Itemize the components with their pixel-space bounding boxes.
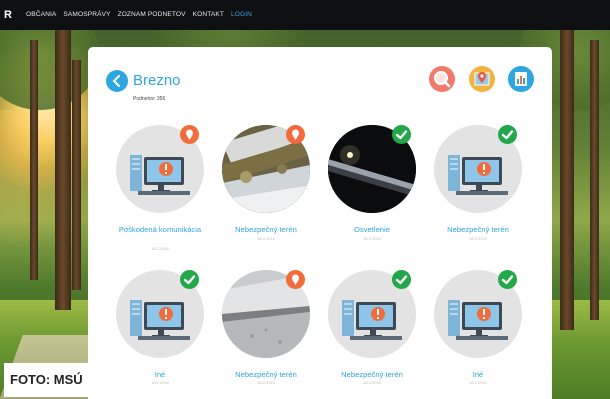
tile-date: 18.2.2016 [363, 380, 381, 385]
tile-date: 18.2.2016 [257, 236, 275, 241]
tree-trunk [560, 30, 574, 330]
chevron-left-icon [112, 75, 120, 87]
tile-label: Iné [472, 370, 484, 379]
back-button[interactable] [106, 70, 128, 92]
nav-item-obcania[interactable]: OBČANIA [26, 11, 56, 18]
tree-trunk [30, 40, 38, 280]
status-badge [392, 125, 411, 144]
check-icon [183, 275, 196, 285]
tile-label: Nebezpečný terén [341, 370, 403, 379]
map-icon [474, 72, 490, 86]
map-button[interactable] [469, 66, 495, 92]
check-icon [501, 130, 514, 140]
pin-icon [186, 129, 193, 140]
tile-label: Poškodená komunikácia [118, 225, 202, 234]
tile-label: Nebezpečný terén [235, 370, 297, 379]
status-badge [498, 125, 517, 144]
tile-date: 18.2.2016 [257, 380, 275, 385]
page-title: Brezno [133, 72, 181, 89]
photo-credit-text: FOTO: MSÚ [10, 372, 83, 387]
status-badge [392, 270, 411, 289]
tile-date: 18.2.2016 [469, 380, 487, 385]
search-button[interactable] [429, 66, 455, 92]
tile-date: 18.2.2016 [363, 236, 381, 241]
login-link[interactable]: LOGIN [231, 11, 252, 18]
nav-item-zoznam-podnetov[interactable]: ZOZNAM PODNETOV [118, 11, 186, 18]
main-nav: OBČANIA SAMOSPRÁVY ZOZNAM PODNETOV KONTA… [26, 11, 259, 18]
pin-icon [292, 274, 299, 285]
status-badge [180, 270, 199, 289]
check-icon [395, 275, 408, 285]
tree-trunk [72, 60, 81, 290]
tree-trunk [590, 40, 599, 320]
site-logo[interactable]: R [4, 9, 12, 21]
status-badge [286, 270, 305, 289]
issue-count: Podnetov: 356 [133, 96, 166, 102]
nav-item-kontakt[interactable]: KONTAKT [193, 11, 224, 18]
status-badge [180, 125, 199, 144]
check-icon [501, 275, 514, 285]
check-icon [395, 130, 408, 140]
tree-trunk [55, 30, 71, 310]
tile-date: 18.2.2016 [469, 236, 487, 241]
status-badge [498, 270, 517, 289]
pin-icon [292, 129, 299, 140]
top-navbar: R OBČANIA SAMOSPRÁVY ZOZNAM PODNETOV KON… [0, 0, 610, 30]
photo-credit: FOTO: MSÚ [4, 363, 120, 397]
tile-label: Nebezpečný terén [447, 225, 509, 234]
stats-icon [515, 72, 527, 86]
tile-label: Osvetlenie [354, 225, 390, 234]
search-icon [434, 71, 451, 88]
tile-label: Iné [154, 370, 166, 379]
tile-date: 18.2.2016 [151, 246, 169, 251]
tile-date: 18.2.2016 [151, 380, 169, 385]
status-badge [286, 125, 305, 144]
nav-item-samospravy[interactable]: SAMOSPRÁVY [63, 11, 110, 18]
stats-button[interactable] [508, 66, 534, 92]
tile-label: Nebezpečný terén [235, 225, 297, 234]
content-card: Brezno Podnetov: 356 Poškodená komunikác… [88, 47, 552, 399]
